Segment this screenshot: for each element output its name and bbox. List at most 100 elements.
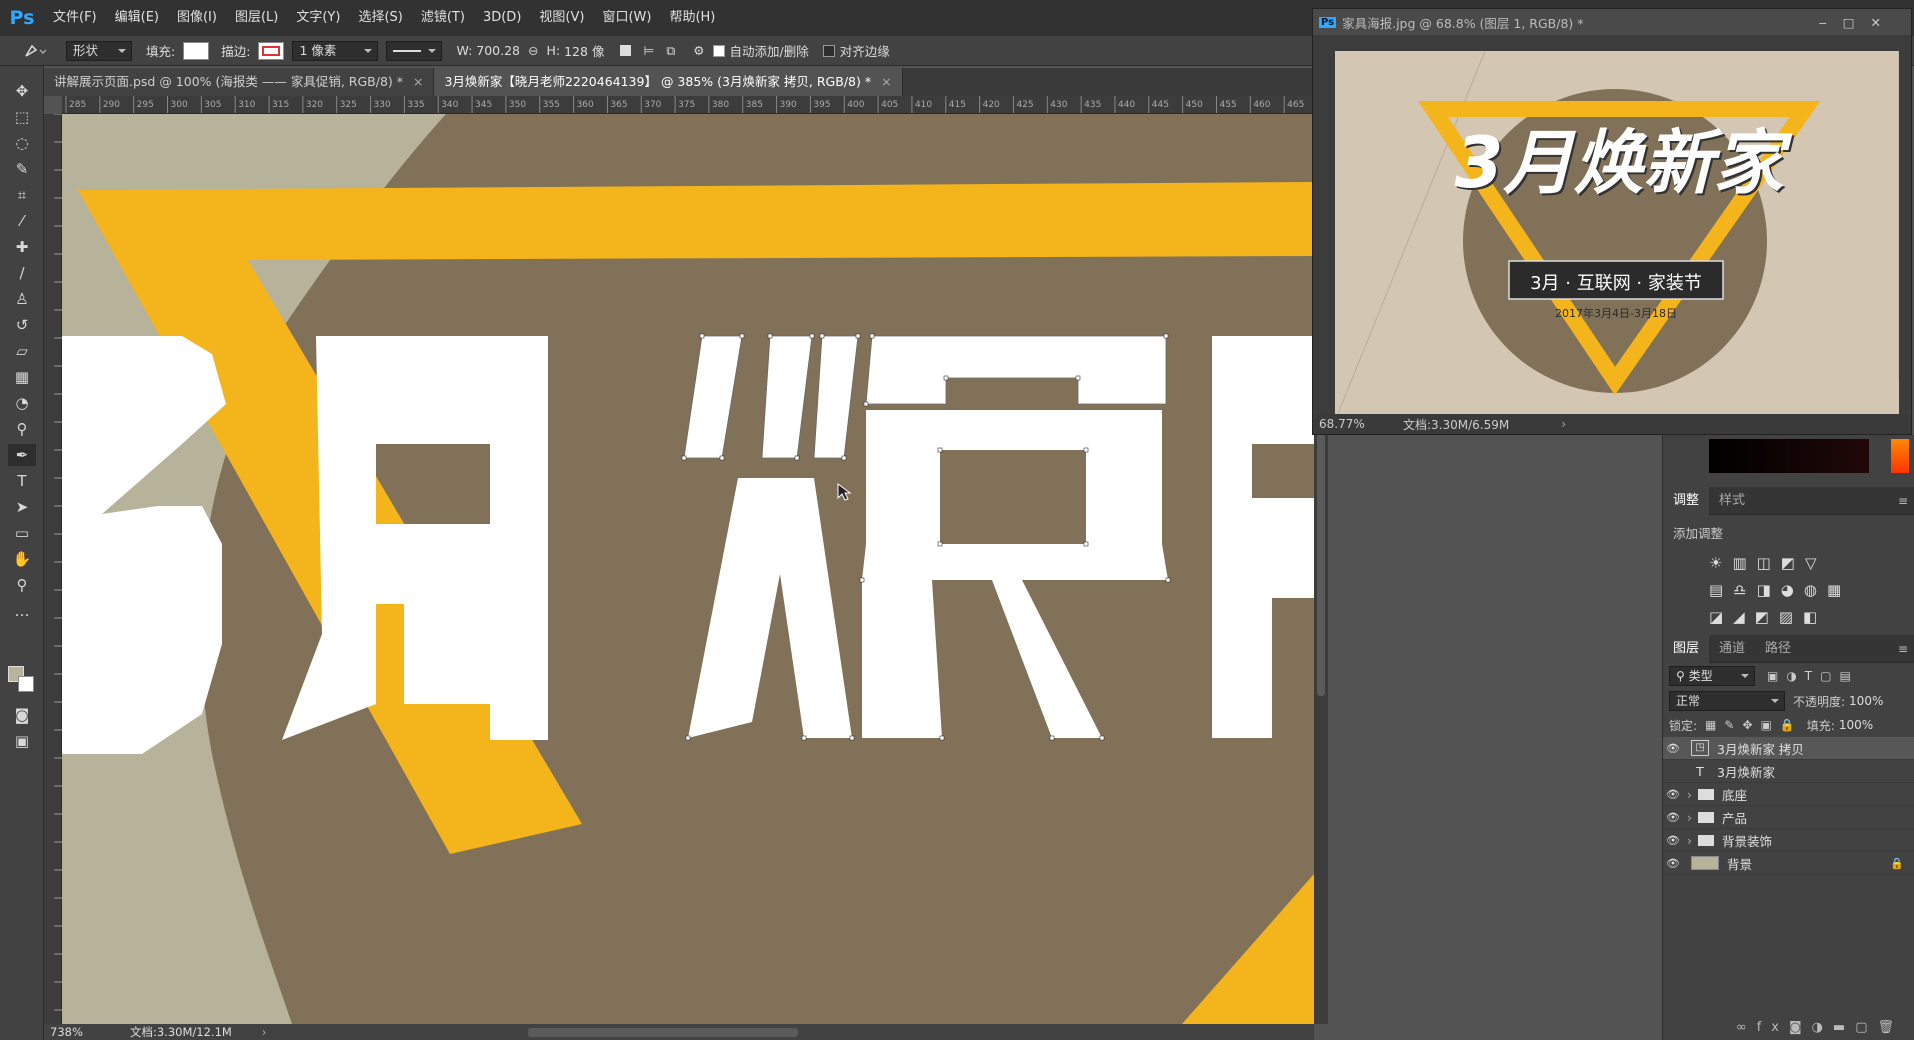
menu-item-image[interactable]: 图像(I) [168, 0, 226, 36]
tab-styles[interactable]: 样式 [1709, 487, 1755, 515]
stroke-type-select[interactable] [386, 40, 443, 61]
tab-paths[interactable]: 路径 [1755, 635, 1801, 663]
visibility-eye-icon[interactable]: 👁 [1663, 834, 1683, 847]
color-spectrum[interactable] [1709, 439, 1869, 473]
ruler-tick-label: 410 [915, 100, 932, 110]
layer-row[interactable]: T 3月焕新家 [1663, 760, 1914, 783]
window-controls[interactable]: ‒□✕ [1819, 15, 1897, 30]
visibility-eye-icon[interactable]: 👁 [1663, 788, 1683, 801]
opacity-value[interactable]: 100% [1849, 694, 1883, 708]
visibility-eye-icon[interactable]: 👁 [1663, 857, 1683, 870]
auto-add-delete-checkbox[interactable] [712, 44, 725, 57]
height-value[interactable]: 128 像 [564, 41, 604, 60]
menu-item-type[interactable]: 文字(Y) [287, 0, 349, 36]
fill-opacity-value[interactable]: 100% [1839, 718, 1873, 732]
glyph-huan-top [684, 336, 858, 458]
path-selection-tool-icon[interactable]: ➤ [8, 496, 36, 518]
lock-icons[interactable]: ▦✎✥▣🔒 [1705, 718, 1803, 732]
menu-item-file[interactable]: 文件(F) [44, 0, 106, 36]
blend-mode-select[interactable]: 正常 [1669, 691, 1785, 711]
vertical-scroll-thumb[interactable] [1317, 396, 1325, 696]
healing-brush-tool-icon[interactable]: ✚ [8, 236, 36, 258]
menu-item-filter[interactable]: 滤镜(T) [412, 0, 474, 36]
gear-icon[interactable]: ⚙ [693, 43, 704, 58]
type-tool-icon[interactable]: T [8, 470, 36, 492]
visibility-eye-icon[interactable]: 👁 [1663, 811, 1683, 824]
gradient-tool-icon[interactable]: ▦ [8, 366, 36, 388]
status-arrow-icon[interactable]: › [262, 1025, 267, 1039]
layer-row[interactable]: 👁 › 背景装饰 [1663, 829, 1914, 852]
zoom-level[interactable]: 738% [50, 1025, 120, 1039]
screen-mode-icon[interactable]: ▣ [8, 730, 36, 752]
menu-item-window[interactable]: 窗口(W) [593, 0, 660, 36]
menu-item-select[interactable]: 选择(S) [349, 0, 411, 36]
menu-item-layer[interactable]: 图层(L) [226, 0, 287, 36]
chevron-right-icon[interactable]: › [1687, 810, 1692, 825]
path-operations-icon[interactable] [620, 45, 632, 56]
shape-mode-select[interactable]: 形状 [66, 40, 132, 61]
lasso-tool-icon[interactable]: ◌ [8, 132, 36, 154]
layer-filter-select[interactable]: ⚲ 类型 [1669, 666, 1755, 686]
tab-channels[interactable]: 通道 [1709, 635, 1755, 663]
blur-tool-icon[interactable]: ◔ [8, 392, 36, 414]
eraser-tool-icon[interactable]: ▱ [8, 340, 36, 362]
dodge-tool-icon[interactable]: ⚲ [8, 418, 36, 440]
marquee-tool-icon[interactable]: ⬚ [8, 106, 36, 128]
layers-menu-icon[interactable]: ≡ [1898, 642, 1908, 656]
adjustment-icons[interactable]: ☀▥◫◩▽ ▤♎◨◕◍▦ ◪◢◩▨◧ [1663, 550, 1914, 631]
close-icon[interactable]: × [413, 68, 423, 96]
width-value[interactable]: 700.28 [476, 43, 520, 58]
stroke-line-preview [393, 50, 422, 52]
menu-item-3d[interactable]: 3D(D) [474, 0, 530, 36]
menu-item-view[interactable]: 视图(V) [530, 0, 593, 36]
chevron-right-icon[interactable]: › [1687, 833, 1692, 848]
zoom-tool-icon[interactable]: ⚲ [8, 574, 36, 596]
history-brush-tool-icon[interactable]: ↺ [8, 314, 36, 336]
window-titlebar[interactable]: Ps 家具海报.jpg @ 68.8% (图层 1, RGB/8) * ‒□✕ [1313, 9, 1911, 35]
hand-tool-icon[interactable]: ✋ [8, 548, 36, 570]
stroke-width-select[interactable]: 1 像素 [292, 40, 379, 61]
eyedropper-tool-icon[interactable]: ⁄ [8, 210, 36, 232]
stroke-swatch[interactable] [258, 41, 285, 60]
tab-document-1[interactable]: 讲解展示页面.psd @ 100% (海报类 —— 家具促销, RGB/8) *… [44, 68, 435, 96]
panel-menu-icon[interactable]: ≡ [1898, 494, 1908, 508]
path-alignment-icon[interactable]: ⊨ [643, 43, 654, 58]
more-tools-icon[interactable]: … [8, 600, 36, 622]
quick-mask-icon[interactable]: ◙ [8, 704, 36, 726]
floating-document-window[interactable]: Ps 家具海报.jpg @ 68.8% (图层 1, RGB/8) * ‒□✕ … [1312, 8, 1912, 435]
crop-tool-icon[interactable]: ⌗ [8, 184, 36, 206]
quick-select-tool-icon[interactable]: ✎ [8, 158, 36, 180]
window-zoom[interactable]: 68.77% [1319, 417, 1389, 431]
align-edges-checkbox[interactable] [822, 44, 835, 57]
ruler-tick-label: 375 [678, 100, 695, 110]
chevron-right-icon[interactable]: › [1687, 787, 1692, 802]
layer-row[interactable]: 👁 背景 🔒 [1663, 852, 1914, 875]
pen-tool-icon[interactable]: ✒ [8, 444, 36, 466]
background-color-swatch[interactable] [18, 676, 34, 692]
menu-item-help[interactable]: 帮助(H) [660, 0, 724, 36]
window-status-arrow-icon[interactable]: › [1561, 417, 1566, 431]
layer-row[interactable]: 👁 ◳ 3月焕新家 拷贝 [1663, 737, 1914, 760]
link-icon[interactable]: ⊖ [528, 43, 538, 58]
layer-row[interactable]: 👁 › 产品 [1663, 806, 1914, 829]
fill-swatch[interactable] [183, 41, 210, 60]
visibility-eye-icon[interactable]: 👁 [1663, 742, 1683, 755]
path-arrangement-icon[interactable]: ⧉ [666, 43, 675, 59]
move-tool-icon[interactable]: ✥ [8, 80, 36, 102]
layers-footer-icons[interactable]: ∞fx◙◑▬▢🗑 [1663, 1015, 1914, 1039]
tab-adjustments[interactable]: 调整 [1663, 486, 1710, 515]
tab-layers[interactable]: 图层 [1663, 634, 1710, 663]
pen-tool-preset-icon[interactable] [22, 42, 58, 60]
clone-stamp-tool-icon[interactable]: ♙ [8, 288, 36, 310]
tab-document-2[interactable]: 3月焕新家【晓月老师2220464139】 @ 385% (3月焕新家 拷贝, … [434, 68, 903, 96]
layer-row[interactable]: 👁 › 底座 [1663, 783, 1914, 806]
fill-opacity-label: 填充: [1806, 718, 1835, 733]
menu-item-edit[interactable]: 编辑(E) [106, 0, 168, 36]
layer-filter-icons[interactable]: ▣◑T▢▤ [1767, 669, 1859, 683]
rectangle-tool-icon[interactable]: ▭ [8, 522, 36, 544]
hue-slider[interactable] [1891, 439, 1909, 473]
brush-tool-icon[interactable]: ∕ [8, 262, 36, 284]
close-icon[interactable]: × [881, 68, 891, 96]
document-canvas[interactable] [62, 114, 1314, 1024]
horizontal-scroll-thumb[interactable] [528, 1027, 799, 1037]
